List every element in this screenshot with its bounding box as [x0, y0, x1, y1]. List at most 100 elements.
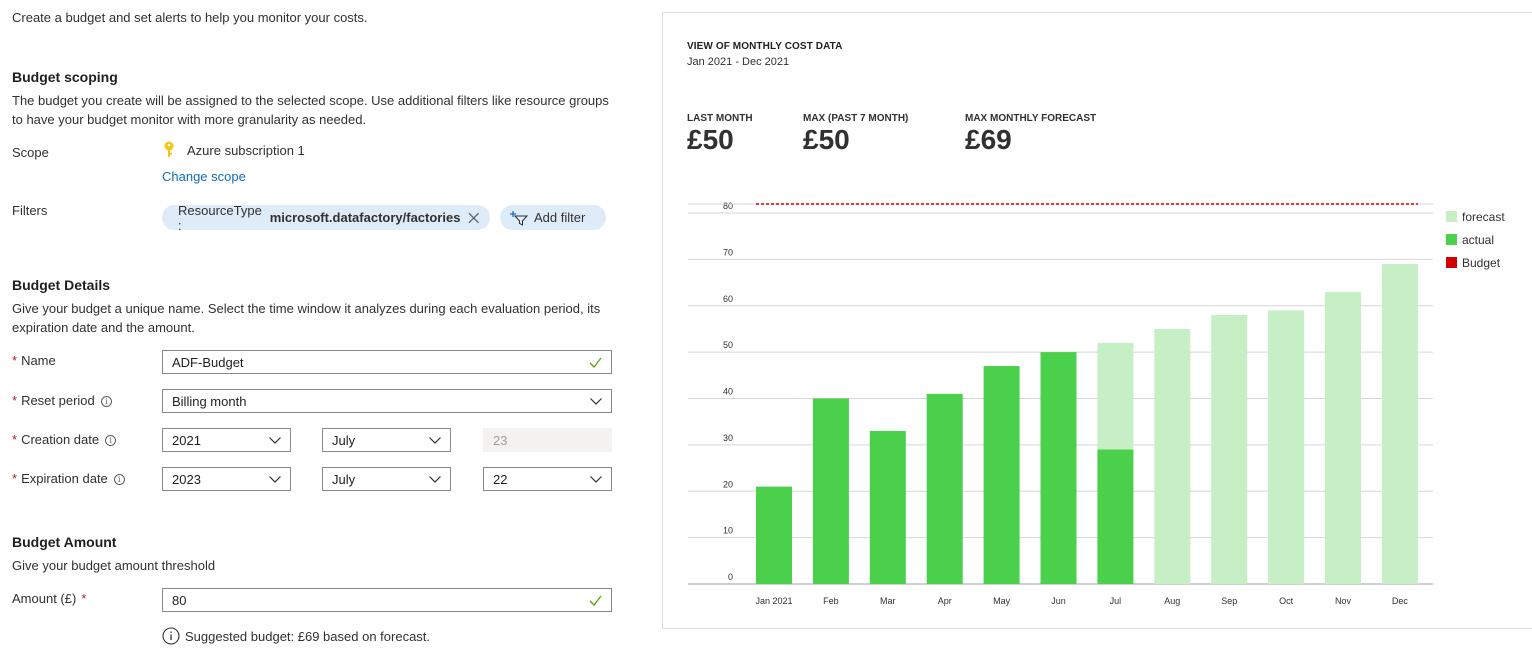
scoping-desc-line2: to have your budget monitor with more gr…: [12, 112, 367, 127]
legend-swatch: [1446, 257, 1457, 268]
y-tick-label: 20: [723, 479, 733, 489]
creation-year-value: 2021: [172, 432, 201, 448]
reset-period-label: * Reset period i: [12, 393, 112, 408]
x-tick-label: Dec: [1392, 596, 1409, 606]
suggested-budget-text: Suggested budget: £69 based on forecast.: [185, 628, 431, 644]
legend-swatch: [1446, 211, 1457, 222]
legend-item-actual: actual: [1446, 228, 1505, 251]
info-icon[interactable]: i: [105, 435, 117, 446]
budget-details-description: Give your budget a unique name. Select t…: [12, 299, 600, 337]
legend-item-forecast: forecast: [1446, 205, 1505, 228]
expiration-year-value: 2023: [172, 471, 201, 487]
monthly-cost-chart: 0 10 20 30 40 50 60 70 80 Jan 2021 Feb Mar Apr May Jun…: [688, 201, 1433, 606]
x-tick-label: Jan 2021: [755, 596, 792, 606]
scope-value: Azure subscription 1: [163, 141, 305, 159]
creation-day-value: 23: [493, 432, 508, 448]
expiration-month-value: July: [332, 471, 356, 487]
filter-value: microsoft.datafactory/factories: [269, 210, 461, 225]
actual-bar: [926, 393, 963, 584]
forecast-bar: [1268, 310, 1305, 584]
reset-period-value: Billing month: [172, 393, 247, 409]
amount-input[interactable]: 80: [162, 588, 612, 612]
y-tick-label: 70: [723, 247, 733, 257]
reset-period-dropdown[interactable]: Billing month: [162, 389, 612, 413]
expiration-year-dropdown[interactable]: 2023: [162, 467, 291, 491]
checkmark-icon: [589, 357, 602, 368]
actual-bar: [983, 366, 1020, 584]
x-tick-label: May: [993, 596, 1011, 606]
close-icon[interactable]: [468, 212, 480, 224]
creation-date-label: * Creation date i: [12, 432, 117, 447]
y-tick-label: 80: [723, 201, 733, 211]
actual-bar: [1040, 352, 1077, 584]
name-input[interactable]: ADF-Budget: [162, 350, 612, 374]
info-icon[interactable]: i: [113, 474, 125, 485]
cost-data-panel: VIEW OF MONTHLY COST DATA Jan 2021 - Dec…: [662, 12, 1532, 629]
chevron-down-icon: [269, 476, 281, 483]
suggested-budget-note: Suggested budget: £69 based on forecast.: [162, 627, 430, 645]
y-tick-label: 30: [723, 433, 733, 443]
creation-day-field: 23: [483, 428, 612, 452]
forecast-bar: [1325, 291, 1361, 584]
forecast-bar: [1211, 315, 1248, 584]
chevron-down-icon: [429, 476, 441, 483]
legend-label: actual: [1462, 232, 1495, 247]
chevron-down-icon: [590, 398, 602, 405]
add-filter-icon: [510, 210, 528, 226]
amount-label: Amount (£) *: [12, 591, 87, 606]
expiration-date-label-text: Expiration date: [21, 471, 108, 486]
x-tick-label: Sep: [1221, 596, 1237, 606]
expiration-day-value: 22: [493, 471, 508, 487]
actual-bar: [869, 430, 906, 584]
chevron-down-icon: [429, 437, 441, 444]
y-tick-label: 0: [728, 572, 733, 582]
checkmark-icon: [589, 595, 602, 606]
expiration-day-dropdown[interactable]: 22: [483, 467, 612, 491]
change-scope-link[interactable]: Change scope: [162, 169, 246, 184]
y-tick-label: 50: [723, 340, 733, 350]
x-tick-label: Nov: [1335, 596, 1352, 606]
forecast-bar: [1381, 264, 1418, 584]
creation-month-value: July: [332, 432, 356, 448]
scope-label: Scope: [12, 145, 49, 160]
expiration-month-dropdown[interactable]: July: [322, 467, 451, 491]
key-icon: [164, 141, 174, 157]
name-input-value: ADF-Budget: [172, 354, 244, 370]
actual-bar: [1097, 449, 1134, 584]
legend-label: Budget: [1462, 255, 1501, 270]
budget-details-heading: Budget Details: [12, 277, 111, 293]
x-tick-label: Jun: [1051, 596, 1066, 606]
creation-month-dropdown[interactable]: July: [322, 428, 451, 452]
chevron-down-icon: [269, 437, 281, 444]
creation-year-dropdown[interactable]: 2021: [162, 428, 291, 452]
scope-value-text: Azure subscription 1: [187, 142, 305, 158]
y-tick-label: 40: [723, 387, 733, 397]
budget-scoping-description: The budget you create will be assigned t…: [12, 91, 609, 129]
info-icon[interactable]: i: [100, 396, 112, 407]
creation-date-label-text: Creation date: [21, 432, 100, 447]
filters-label: Filters: [12, 203, 48, 218]
x-tick-label: Aug: [1164, 596, 1180, 606]
legend-item-budget: Budget: [1446, 251, 1505, 274]
y-tick-label: 10: [723, 526, 733, 536]
add-filter-label: Add filter: [534, 210, 586, 225]
x-tick-label: Mar: [880, 596, 896, 606]
budget-scoping-heading: Budget scoping: [12, 69, 118, 85]
chevron-down-icon: [590, 476, 602, 483]
info-icon: [162, 627, 180, 645]
filter-prefix: ResourceType :: [178, 202, 262, 233]
actual-bar: [756, 486, 792, 584]
budget-amount-heading: Budget Amount: [12, 534, 117, 550]
name-label-text: Name: [21, 353, 56, 368]
reset-period-label-text: Reset period: [21, 393, 95, 408]
filter-pill[interactable]: ResourceType : microsoft.datafactory/fac…: [162, 202, 490, 233]
intro-text: Create a budget and set alerts to help y…: [12, 10, 368, 25]
details-desc-line1: Give your budget a unique name. Select t…: [12, 301, 601, 316]
x-tick-label: Oct: [1279, 596, 1294, 606]
budget-amount-description: Give your budget amount threshold: [12, 558, 216, 573]
x-tick-label: Feb: [823, 596, 839, 606]
name-label: * Name: [12, 353, 56, 368]
legend-label: forecast: [1462, 209, 1505, 224]
details-desc-line2: expiration date and the amount.: [12, 320, 195, 335]
add-filter-button[interactable]: Add filter: [500, 205, 606, 230]
